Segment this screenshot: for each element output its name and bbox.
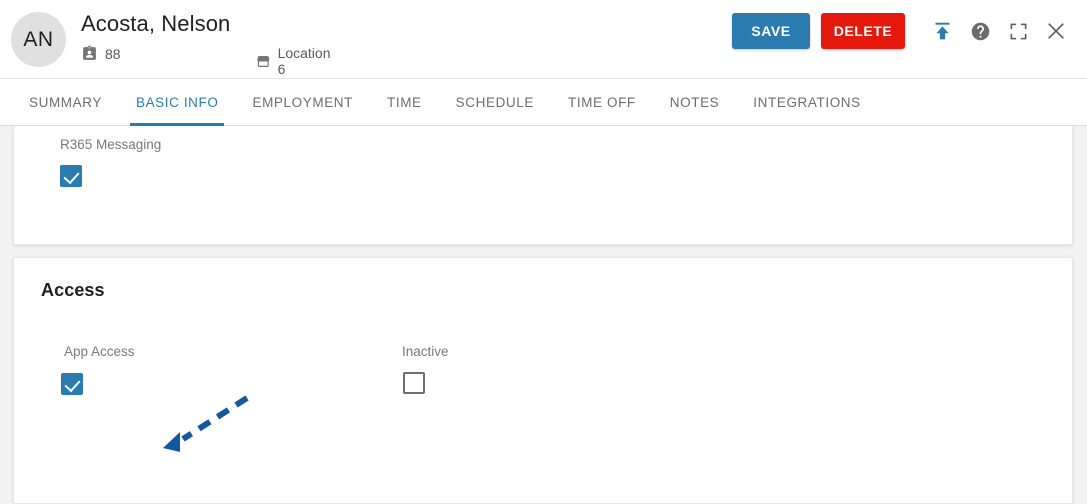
checkbox-unchecked-icon [403,372,425,394]
access-section-title: Access [41,280,105,300]
save-button[interactable]: SAVE [732,13,810,49]
employee-number-value: 88 [105,45,121,62]
fullscreen-button[interactable] [999,12,1037,50]
upload-icon [935,22,949,39]
tab-time[interactable]: TIME [370,79,439,126]
checkbox-checked-icon [60,165,82,187]
checkbox-checked-icon [61,373,83,395]
tab-integrations[interactable]: INTEGRATIONS [736,79,877,126]
tab-summary[interactable]: SUMMARY [12,79,119,126]
close-icon [1048,23,1064,39]
page-title: Acosta, Nelson [81,11,231,36]
close-button[interactable] [1037,12,1075,50]
location: Location 6 [256,45,333,77]
tab-employment[interactable]: EMPLOYMENT [235,79,370,126]
access-card: Access App Access Inactive SEND TEMPORAR… [13,257,1073,504]
tab-notes[interactable]: NOTES [653,79,737,126]
avatar-initials: AN [23,27,54,51]
upload-button[interactable] [923,12,961,50]
tab-list: SUMMARY BASIC INFO EMPLOYMENT TIME SCHED… [12,79,878,126]
tab-basic-info[interactable]: BASIC INFO [119,79,236,126]
employee-number: 88 [81,45,121,62]
storefront-icon [257,55,270,67]
help-button[interactable] [961,12,999,50]
avatar: AN [11,12,66,67]
page-header: AN Acosta, Nelson 88 Location 6 SAVE DEL… [0,0,1087,79]
inactive-checkbox[interactable] [403,372,425,394]
messaging-card: R365 Messaging [13,126,1073,245]
delete-button[interactable]: DELETE [821,13,905,49]
contact-badge-icon [83,45,96,60]
app-access-label: App Access [64,344,135,359]
tab-time-off[interactable]: TIME OFF [551,79,653,126]
header-actions: SAVE DELETE [732,12,1075,50]
main-content: R365 Messaging Access App Access Inactiv… [0,126,1087,504]
app-access-checkbox[interactable] [61,373,83,395]
location-value: Location 6 [277,45,331,77]
employee-detail-screen: AN Acosta, Nelson 88 Location 6 SAVE DEL… [0,0,1087,504]
tab-bar: SUMMARY BASIC INFO EMPLOYMENT TIME SCHED… [0,79,1087,126]
inactive-label: Inactive [402,344,449,359]
r365-messaging-label: R365 Messaging [60,137,162,152]
fullscreen-icon [1010,23,1026,39]
tab-schedule[interactable]: SCHEDULE [439,79,551,126]
r365-messaging-checkbox[interactable] [60,165,82,187]
help-circle-icon [971,22,989,40]
